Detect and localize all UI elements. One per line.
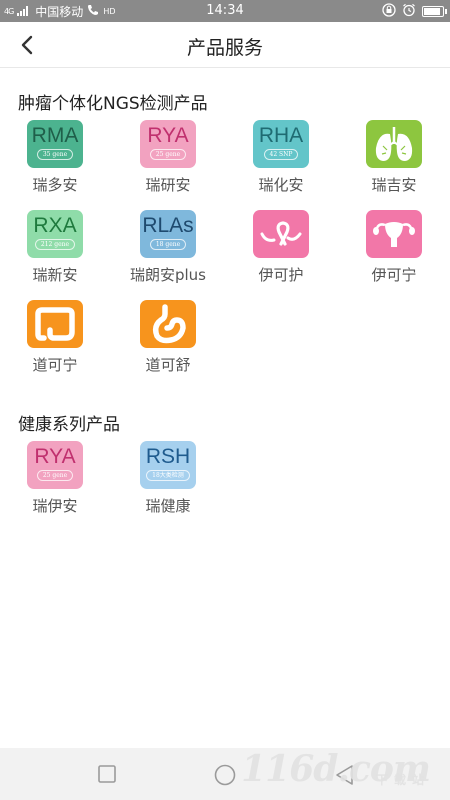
square-icon [98,765,116,783]
product-label: 伊可宁 [371,266,417,284]
watermark-small: 下载站 [375,773,430,787]
product-label: 瑞化安 [258,176,304,194]
lungs-icon [375,127,413,161]
product-tile [366,210,422,258]
product-code: RYA [34,444,76,468]
battery-icon [422,6,447,17]
product-yikening[interactable]: 伊可宁 [344,210,444,288]
alarm-icon [402,3,416,20]
product-tile: RSH 18大类检测 [140,441,196,489]
product-label: 瑞朗安plus [129,266,206,284]
product-yikehu[interactable]: 伊可护 [231,210,331,288]
product-daokeshu[interactable]: 道可舒 [118,300,218,378]
product-tile [253,210,309,258]
product-tile: RYA 25 gene [140,120,196,168]
uterus-icon [373,222,415,247]
product-label: 瑞吉安 [371,176,417,194]
product-ruiyian[interactable]: RYA 25 gene 瑞伊安 [5,441,105,519]
system-nav-bar: 116d.com 下载站 [0,748,450,800]
product-sub: 212 gene [34,238,76,250]
product-label: 瑞研安 [145,176,191,194]
product-tile [140,300,196,348]
product-tile: RLAs 18 gene [140,210,196,258]
header-bar: 产品服务 [0,22,450,68]
status-bar: 4G 中国移动 HD 14:34 [0,0,450,22]
circle-icon [214,764,236,786]
product-rsh[interactable]: RSH 18大类检测 瑞健康 [118,441,218,519]
product-code: RYA [147,123,189,147]
product-label: 道可宁 [32,356,78,374]
product-code: RLAs [142,213,194,237]
stomach-icon [152,304,186,344]
product-sub: 35 gene [36,148,74,160]
product-label: 伊可护 [258,266,304,284]
product-tile: RXA 212 gene [27,210,83,258]
colon-icon [35,307,75,341]
product-rlas[interactable]: RLAs 18 gene 瑞朗安plus [118,210,218,288]
product-rya[interactable]: RYA 25 gene 瑞研安 [118,120,218,198]
product-ruijian[interactable]: 瑞吉安 [344,120,444,198]
product-code: RSH [145,444,191,468]
page-title: 产品服务 [186,37,263,59]
ribbon-icon [260,221,302,246]
recent-apps-button[interactable] [97,764,117,784]
watermark: 116d.com 下载站 [241,748,431,790]
product-rha[interactable]: RHA 42 SNP 瑞化安 [231,120,331,198]
section-title-ngs: 肿瘤个体化NGS检测产品 [18,94,208,114]
product-sub: 25 gene [149,148,187,160]
section-title-health: 健康系列产品 [18,415,120,435]
product-code: RMA [31,123,79,147]
product-label: 道可舒 [145,356,191,374]
product-tile: RHA 42 SNP [253,120,309,168]
product-label: 瑞多安 [32,176,78,194]
home-button[interactable] [214,764,236,786]
product-tile: RYA 25 gene [27,441,83,489]
product-sub: 18 gene [149,238,187,250]
lock-rotation-icon [382,3,396,20]
product-sub: 18大类检测 [146,469,190,481]
product-daokening[interactable]: 道可宁 [5,300,105,378]
product-code: RHA [258,123,304,147]
product-code: RXA [33,213,77,237]
product-rxa[interactable]: RXA 212 gene 瑞新安 [5,210,105,288]
product-tile: RMA 35 gene [27,120,83,168]
product-sub: 42 SNP [263,148,299,160]
product-label: 瑞伊安 [32,497,78,515]
product-rma[interactable]: RMA 35 gene 瑞多安 [5,120,105,198]
product-tile [366,120,422,168]
product-tile [27,300,83,348]
product-label: 瑞健康 [145,497,191,515]
product-sub: 25 gene [36,469,74,481]
product-label: 瑞新安 [32,266,78,284]
